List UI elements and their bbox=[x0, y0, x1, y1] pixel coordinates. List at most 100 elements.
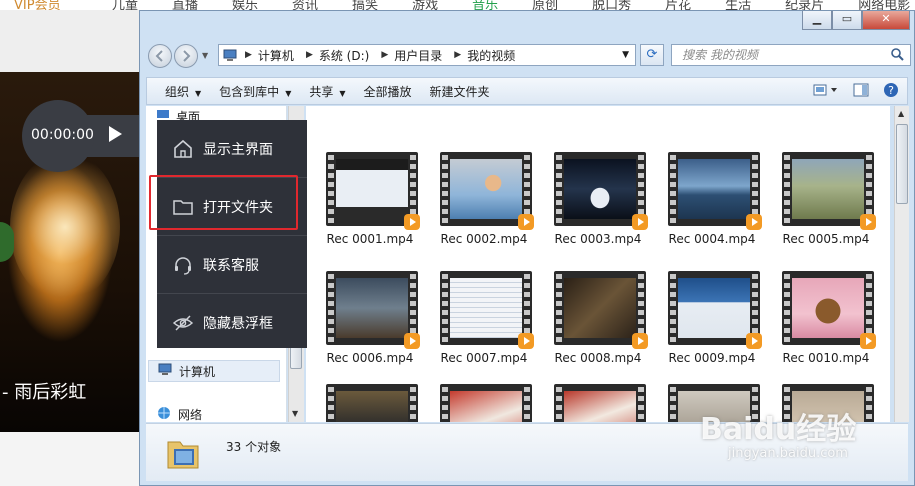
scroll-up-icon[interactable]: ▲ bbox=[898, 109, 904, 118]
video-play-icon bbox=[860, 214, 876, 230]
view-controls: ? bbox=[813, 82, 899, 101]
file-name: Rec 0006.mp4 bbox=[326, 351, 414, 365]
site-nav-items: 儿童 直播 娱乐 资讯 搞笑 游戏 音乐 原创 脱口秀 片花 生活 纪录片 网络电影 bbox=[112, 0, 910, 10]
player-time: 00:00:00 bbox=[31, 127, 94, 143]
site-nav-item[interactable]: 直播 bbox=[172, 0, 198, 10]
breadcrumb-my-videos[interactable]: 我的视频 bbox=[467, 47, 515, 64]
forward-button[interactable] bbox=[174, 44, 198, 68]
video-play-icon bbox=[860, 333, 876, 349]
breadcrumb-computer[interactable]: 计算机 bbox=[258, 47, 294, 64]
video-thumbnail bbox=[326, 271, 420, 349]
video-thumbnail bbox=[782, 271, 876, 349]
floating-context-menu: 显示主界面 打开文件夹 联系客服 隐藏悬浮框 bbox=[157, 120, 307, 348]
computer-icon bbox=[157, 363, 173, 380]
video-play-icon bbox=[632, 214, 648, 230]
file-list-scrollbar[interactable]: ▲ bbox=[894, 106, 909, 422]
video-thumbnail bbox=[554, 384, 646, 422]
scroll-down-icon[interactable]: ▼ bbox=[292, 409, 298, 418]
breadcrumb-user-dir[interactable]: 用户目录 bbox=[394, 47, 442, 64]
site-nav-item[interactable]: 脱口秀 bbox=[592, 0, 631, 10]
video-thumbnail bbox=[326, 384, 418, 422]
eye-hidden-icon bbox=[171, 311, 195, 335]
breadcrumb-drive[interactable]: 系统 (D:) bbox=[319, 47, 369, 64]
search-input[interactable]: 搜索 我的视频 bbox=[671, 44, 911, 66]
breadcrumb-arrow-icon[interactable]: ▶ bbox=[245, 50, 252, 60]
recent-pages-icon[interactable]: ▼ bbox=[202, 51, 208, 60]
help-icon[interactable]: ? bbox=[883, 82, 899, 101]
address-dropdown-icon[interactable]: ▼ bbox=[622, 50, 629, 60]
search-icon[interactable] bbox=[890, 47, 904, 67]
file-list: Rec 0001.mp4 Rec 0002.mp4 Rec 0003.mp4 R… bbox=[306, 106, 890, 422]
change-view-icon[interactable] bbox=[813, 83, 839, 100]
baidu-watermark-url: jingyan.baidu.com bbox=[728, 446, 848, 461]
video-thumbnail bbox=[554, 271, 648, 349]
play-all-button[interactable]: 全部播放 bbox=[364, 83, 412, 100]
include-library-button[interactable]: 包含到库中 ▼ bbox=[219, 83, 291, 100]
menu-item-show-main[interactable]: 显示主界面 bbox=[157, 120, 307, 178]
video-play-icon bbox=[404, 333, 420, 349]
site-nav-item[interactable]: 网络电影 bbox=[858, 0, 910, 10]
stage-light bbox=[10, 152, 120, 302]
organize-button[interactable]: 组织 ▼ bbox=[165, 83, 201, 100]
site-nav-item[interactable]: 片花 bbox=[665, 0, 691, 10]
video-thumbnail bbox=[668, 271, 762, 349]
video-play-icon bbox=[518, 214, 534, 230]
breadcrumb-arrow-icon[interactable]: ▶ bbox=[306, 50, 313, 60]
video-play-icon bbox=[746, 214, 762, 230]
video-play-icon bbox=[404, 214, 420, 230]
baidu-watermark: Baidu经验 bbox=[700, 412, 857, 447]
close-button[interactable]: ✕ bbox=[862, 11, 910, 30]
back-arrow-icon bbox=[155, 50, 163, 62]
nav-item-label: 网络 bbox=[178, 408, 203, 422]
preview-pane-icon[interactable] bbox=[853, 83, 869, 100]
back-button[interactable] bbox=[148, 44, 172, 68]
site-top-nav: VIP会员 儿童 直播 娱乐 资讯 搞笑 游戏 音乐 原创 脱口秀 片花 生活 纪录片 网络电影 bbox=[0, 0, 915, 10]
site-nav-item[interactable]: 资讯 bbox=[292, 0, 318, 10]
site-nav-item[interactable]: 儿童 bbox=[112, 0, 138, 10]
address-bar[interactable]: ▶ 计算机 ▶ 系统 (D:) ▶ 用户目录 ▶ 我的视频 ▼ bbox=[218, 44, 636, 66]
computer-icon bbox=[223, 48, 237, 62]
video-thumbnail bbox=[440, 152, 534, 230]
floating-player[interactable]: 00:00:00 bbox=[22, 100, 198, 172]
breadcrumb-arrow-icon[interactable]: ▶ bbox=[381, 50, 388, 60]
menu-item-label: 联系客服 bbox=[203, 257, 259, 274]
chevron-down-icon: ▼ bbox=[195, 88, 202, 98]
maximize-button[interactable]: ▭ bbox=[832, 11, 862, 30]
site-nav-item[interactable]: 游戏 bbox=[412, 0, 438, 10]
refresh-button[interactable]: ⟳ bbox=[640, 44, 664, 66]
nav-item-label: 计算机 bbox=[179, 364, 216, 379]
menu-item-label: 隐藏悬浮框 bbox=[203, 315, 273, 332]
minimize-button[interactable]: ▁ bbox=[802, 11, 832, 30]
site-nav-item[interactable]: 搞笑 bbox=[352, 0, 378, 10]
file-list-scrollbar-thumb[interactable] bbox=[896, 124, 908, 204]
site-nav-item[interactable]: 原创 bbox=[532, 0, 558, 10]
refresh-icon: ⟳ bbox=[646, 47, 658, 62]
site-nav-item[interactable]: 纪录片 bbox=[785, 0, 824, 10]
file-name: Rec 0010.mp4 bbox=[782, 351, 870, 365]
video-thumbnail bbox=[440, 271, 534, 349]
nav-item-network[interactable]: 网络 bbox=[156, 406, 202, 422]
video-thumbnail bbox=[782, 152, 876, 230]
breadcrumb-arrow-icon[interactable]: ▶ bbox=[454, 50, 461, 60]
share-button[interactable]: 共享 ▼ bbox=[309, 83, 345, 100]
chevron-down-icon: ▼ bbox=[285, 88, 292, 98]
file-name: Rec 0008.mp4 bbox=[554, 351, 642, 365]
nav-item-computer[interactable]: 计算机 bbox=[148, 360, 280, 382]
site-nav-item[interactable]: 娱乐 bbox=[232, 0, 258, 10]
video-play-icon bbox=[518, 333, 534, 349]
menu-item-contact-support[interactable]: 联系客服 bbox=[157, 236, 307, 294]
file-name: Rec 0002.mp4 bbox=[440, 232, 528, 246]
forward-arrow-icon bbox=[183, 50, 191, 62]
file-name: Rec 0003.mp4 bbox=[554, 232, 642, 246]
menu-item-hide-float[interactable]: 隐藏悬浮框 bbox=[157, 294, 307, 351]
vip-link[interactable]: VIP会员 bbox=[14, 0, 61, 10]
item-count: 33 个对象 bbox=[226, 440, 282, 454]
site-nav-item[interactable]: 生活 bbox=[725, 0, 751, 10]
site-nav-item[interactable]: 音乐 bbox=[472, 0, 498, 10]
include-library-label: 包含到库中 bbox=[219, 84, 280, 99]
video-play-icon bbox=[632, 333, 648, 349]
share-label: 共享 bbox=[309, 84, 334, 99]
play-icon[interactable] bbox=[109, 126, 122, 142]
video-thumbnail bbox=[440, 384, 532, 422]
new-folder-button[interactable]: 新建文件夹 bbox=[430, 83, 490, 100]
